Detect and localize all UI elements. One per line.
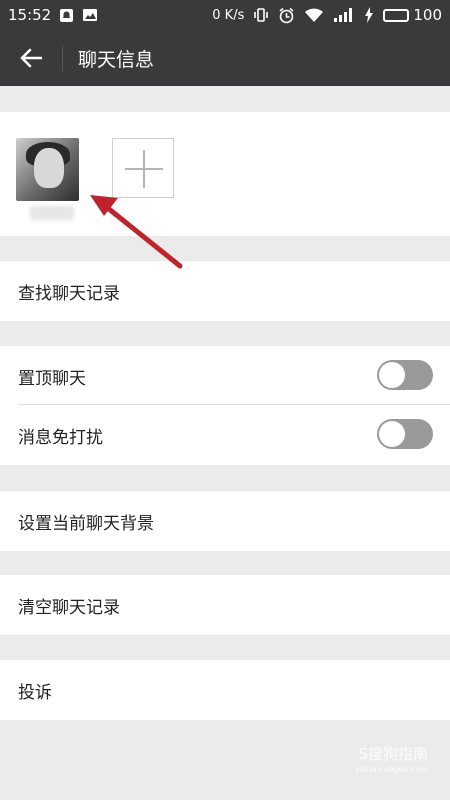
watermark: S搜狗指南 — [358, 743, 428, 764]
back-arrow-icon — [20, 48, 42, 68]
mute-toggle[interactable] — [377, 419, 433, 449]
back-button[interactable] — [0, 30, 62, 86]
watermark-url: zhinan.sogou.com — [355, 765, 428, 774]
report-row[interactable]: 投诉 — [0, 660, 450, 720]
net-speed: 0 K/s — [212, 7, 245, 23]
app-bar: 聊天信息 — [0, 30, 450, 86]
find-chat-history-row[interactable]: 查找聊天记录 — [0, 261, 450, 321]
toggle-knob — [379, 421, 405, 447]
member-avatar[interactable] — [16, 138, 79, 201]
charging-icon — [364, 7, 374, 23]
clear-history-label: 清空聊天记录 — [18, 597, 120, 618]
image-icon — [82, 8, 98, 22]
watermark-text: S搜狗指南 — [358, 745, 428, 763]
member-name-blurred — [30, 206, 74, 220]
notification-bell-icon — [59, 8, 74, 23]
vibrate-icon — [253, 7, 269, 23]
set-background-label: 设置当前聊天背景 — [18, 513, 154, 534]
pin-chat-row: 置顶聊天 — [0, 346, 450, 406]
pin-chat-toggle[interactable] — [377, 360, 433, 390]
mute-row: 消息免打扰 — [0, 405, 450, 465]
page-title: 聊天信息 — [78, 48, 155, 71]
clear-history-row[interactable]: 清空聊天记录 — [0, 575, 450, 635]
report-label: 投诉 — [18, 682, 52, 703]
status-bar: 15:52 0 K/s 100 — [0, 0, 450, 30]
find-chat-history-label: 查找聊天记录 — [18, 283, 120, 304]
battery-icon: 100 — [383, 6, 442, 24]
alarm-icon — [278, 7, 295, 24]
battery-level: 100 — [413, 6, 442, 24]
avatar-face — [34, 148, 64, 188]
wifi-icon — [304, 7, 324, 23]
app-bar-divider — [62, 45, 63, 71]
signal-icon — [333, 7, 355, 23]
toggle-knob — [379, 362, 405, 388]
set-background-row[interactable]: 设置当前聊天背景 — [0, 491, 450, 551]
status-time: 15:52 — [8, 6, 52, 24]
add-member-button[interactable] — [112, 138, 174, 198]
